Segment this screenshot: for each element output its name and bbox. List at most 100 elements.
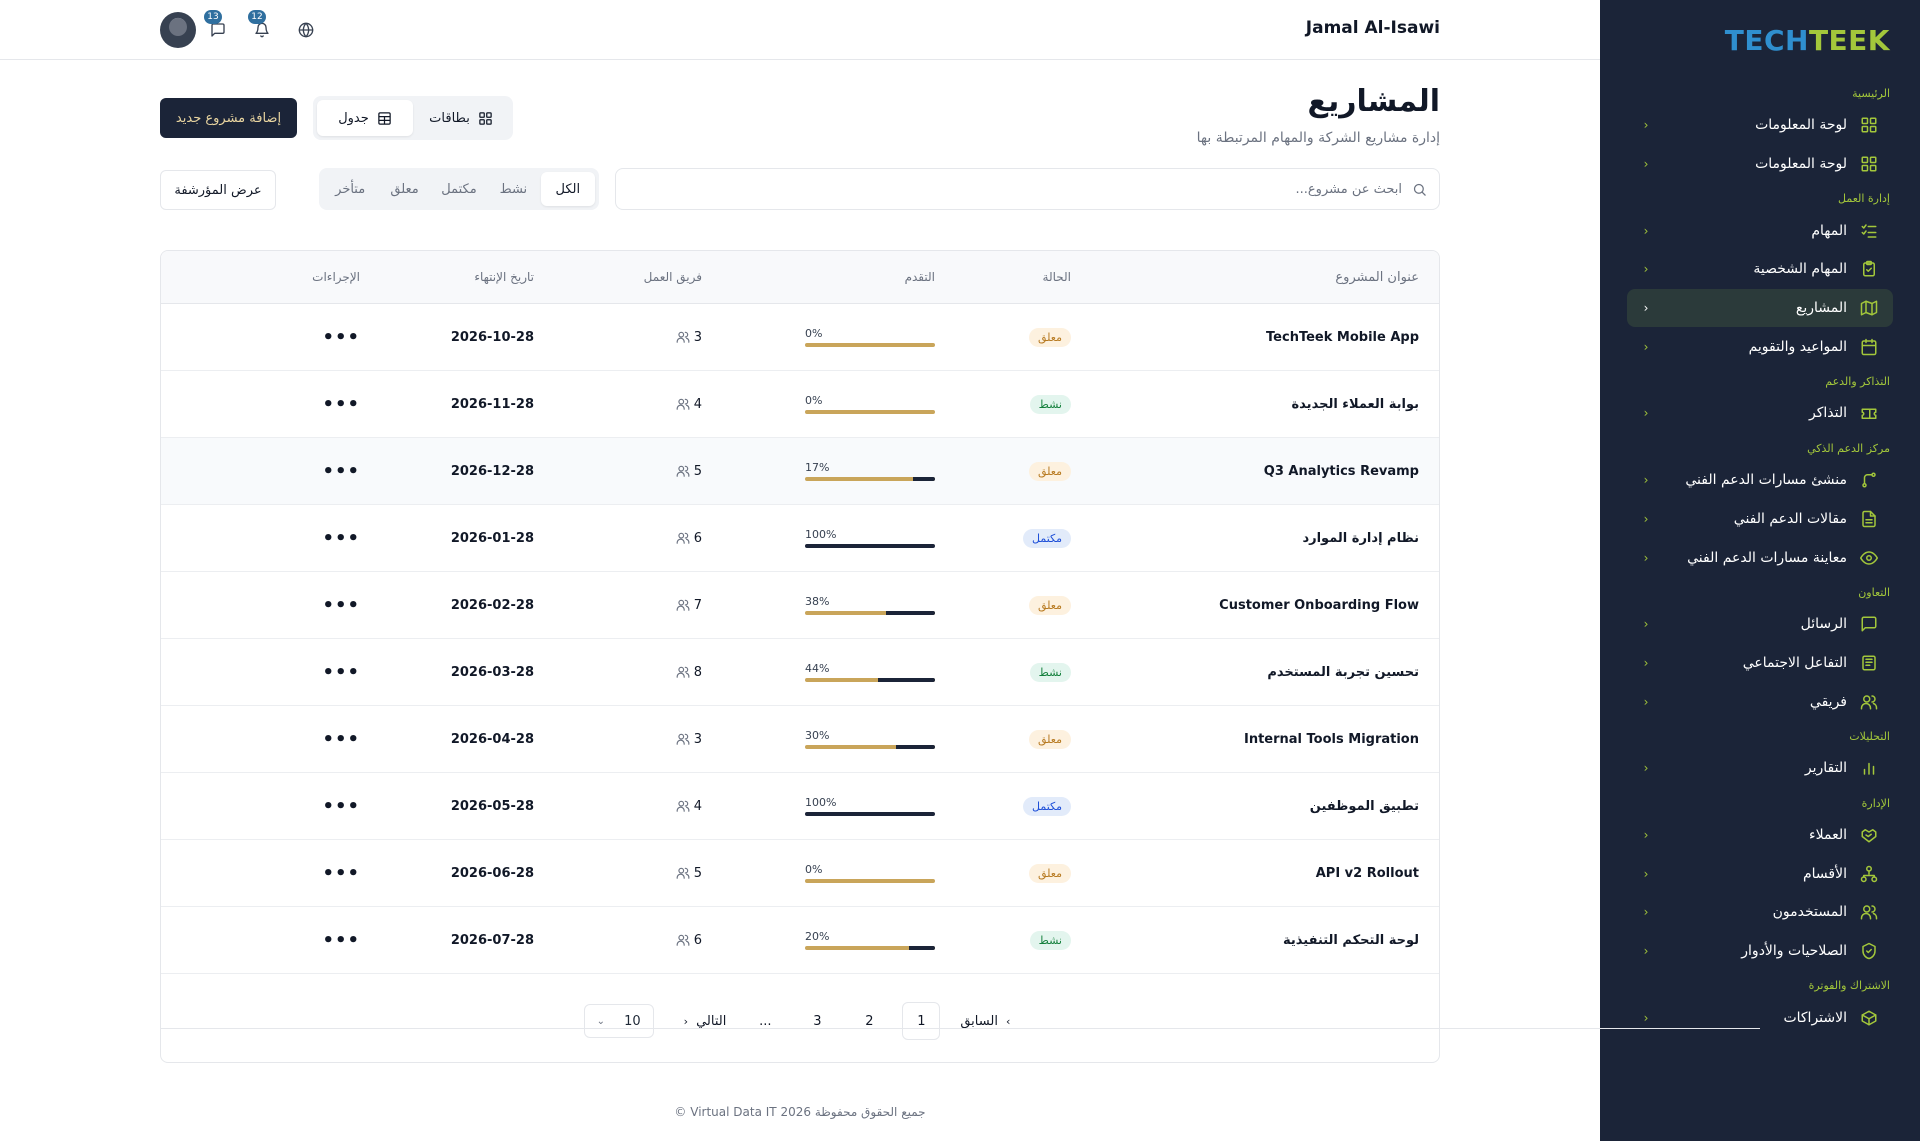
project-title[interactable]: تحسين تجربة المستخدم [1071,665,1439,680]
more-actions-icon[interactable]: ••• [322,528,360,549]
shield-check-icon [1862,942,1876,960]
table-row[interactable]: تحسين تجربة المستخدم نشط 44% 8 2026-03-2… [161,639,1439,706]
sidebar-item[interactable]: العملاء ‹ [1627,816,1893,855]
table-row[interactable]: بوابة العملاء الجديدة نشط 0% 4 2026-11-2… [161,371,1439,438]
progress-bar: 0% [805,863,935,883]
progress-percent: 100% [805,796,837,809]
progress-cell: 20% [740,930,935,950]
sidebar-item-label: المهام [1811,222,1847,239]
page-1-button[interactable]: 1 [902,1002,941,1040]
status-cell: معلق [935,863,1071,883]
project-title[interactable]: Q3 Analytics Revamp [1071,464,1439,479]
filter-tab[interactable]: نشط [486,172,540,206]
project-title[interactable]: Customer Onboarding Flow [1071,598,1439,613]
project-title[interactable]: تطبيق الموظفين [1071,799,1439,814]
view-table-option[interactable]: جدول [317,100,413,136]
table-header: عنوان المشروع الحالة التقدم فريق العمل ت… [161,251,1439,304]
more-actions-icon[interactable]: ••• [322,461,360,482]
filter-tab[interactable]: الكل [540,172,595,206]
sidebar-item[interactable]: المهام ‹ [1627,211,1893,250]
page-size-select[interactable]: ⌄ 10 [583,1004,654,1038]
next-page-button[interactable]: التالي ‹ [678,1002,733,1040]
team-cell: 3 [570,330,740,345]
file-text-icon [1862,510,1876,528]
progress-bar: 0% [805,394,935,414]
sidebar-item[interactable]: المشاريع ‹ [1627,288,1893,328]
sidebar-item[interactable]: المهام الشخصية ‹ [1627,250,1893,289]
table-row[interactable]: لوحة التحكم التنفيذية نشط 20% 6 2026-07-… [161,907,1439,974]
more-actions-icon[interactable]: ••• [322,729,360,750]
status-badge: معلق [1028,461,1071,481]
prev-label: السابق [960,1013,998,1029]
more-actions-icon[interactable]: ••• [322,595,360,616]
filter-tab[interactable]: متأخر [323,172,377,206]
search-input[interactable] [628,181,1402,197]
project-title[interactable]: TechTeek Mobile App [1071,330,1439,345]
sidebar-item[interactable]: التفاعل الاجتماعي ‹ [1627,644,1893,683]
status-badge: معلق [1028,729,1071,749]
sidebar-item[interactable]: الصلاحيات والأدوار ‹ [1627,932,1893,971]
project-title[interactable]: بوابة العملاء الجديدة [1071,397,1439,412]
page-3-button[interactable]: 3 [798,1002,836,1040]
project-title[interactable]: API v2 Rollout [1071,866,1439,881]
notifications-badge: 12 [248,10,266,24]
progress-cell: 0% [740,394,935,414]
avatar[interactable] [160,12,196,48]
table-row[interactable]: Q3 Analytics Revamp معلق 17% 5 2026-12-2… [161,438,1439,505]
logo-tech: TECH [1724,24,1809,57]
table-row[interactable]: API v2 Rollout معلق 0% 5 2026-06-28 ••• [161,840,1439,907]
sidebar-item[interactable]: المستخدمون ‹ [1627,893,1893,932]
project-title[interactable]: لوحة التحكم التنفيذية [1071,933,1439,948]
add-project-button[interactable]: إضافة مشروع جديد [160,98,297,138]
more-actions-icon[interactable]: ••• [322,796,360,817]
prev-page-button[interactable]: › السابق [954,1002,1016,1040]
sidebar-item[interactable]: لوحة المعلومات ‹ [1627,145,1893,184]
sidebar-item[interactable]: الرسائل ‹ [1627,605,1893,644]
sidebar-item[interactable]: التذاكر ‹ [1627,394,1893,433]
table-row[interactable]: Internal Tools Migration معلق 30% 3 2026… [161,706,1439,773]
filter-tab[interactable]: مكتمل [432,172,486,206]
status-cell: نشط [935,930,1071,950]
sidebar-item[interactable]: المواعيد والتقويم ‹ [1627,327,1893,366]
more-actions-icon[interactable]: ••• [322,394,360,415]
footer-divider [160,1028,1760,1029]
table-row[interactable]: Customer Onboarding Flow معلق 38% 7 2026… [161,572,1439,639]
sidebar-item[interactable]: منشئ مسارات الدعم الفني ‹ [1627,461,1893,500]
show-archived-button[interactable]: عرض المؤرشفة [160,170,276,210]
filter-tab[interactable]: معلق [377,172,431,206]
sidebar-item[interactable]: مقالات الدعم الفني ‹ [1627,500,1893,539]
project-title[interactable]: Internal Tools Migration [1071,732,1439,747]
status-badge: معلق [1028,327,1071,347]
page-2-button[interactable]: 2 [850,1002,888,1040]
techteek-logo[interactable]: TECHTEEK [1725,24,1890,57]
team-cell: 4 [570,799,740,814]
language-button[interactable] [284,12,328,48]
sidebar-item[interactable]: التقارير ‹ [1627,749,1893,788]
chevron-left-icon: ‹ [1643,944,1649,959]
eye-icon [1860,550,1878,565]
messages-button[interactable]: 13 [196,10,240,48]
sidebar-item[interactable]: معاينة مسارات الدعم الفني ‹ [1627,538,1893,577]
actions-cell: ••• [161,729,416,750]
notifications-button[interactable]: 12 [240,10,284,48]
actions-cell: ••• [161,528,416,549]
header-actions: 13 12 [160,10,328,48]
more-actions-icon[interactable]: ••• [322,863,360,884]
sidebar-item[interactable]: لوحة المعلومات ‹ [1627,106,1893,145]
sidebar-item[interactable]: الاشتراكات ‹ [1627,998,1893,1037]
sidebar-item-label: التذاكر [1808,405,1847,422]
chevron-left-icon: ‹ [1643,694,1649,709]
more-actions-icon[interactable]: ••• [322,327,360,348]
table-row[interactable]: نظام إدارة الموارد مكتمل 100% 6 2026-01-… [161,505,1439,572]
table-row[interactable]: تطبيق الموظفين مكتمل 100% 4 2026-05-28 •… [161,773,1439,840]
view-cards-option[interactable]: بطاقات [413,100,509,136]
more-actions-icon[interactable]: ••• [322,930,360,951]
table-row[interactable]: TechTeek Mobile App معلق 0% 3 2026-10-28… [161,304,1439,371]
status-cell: معلق [935,595,1071,615]
more-actions-icon[interactable]: ••• [322,662,360,683]
sidebar-item-icon [1859,941,1879,961]
project-title[interactable]: نظام إدارة الموارد [1071,531,1439,546]
team-cell: 6 [570,531,740,546]
sidebar-item[interactable]: الأقسام ‹ [1627,854,1893,893]
sidebar-item[interactable]: فريقي ‹ [1627,682,1893,721]
